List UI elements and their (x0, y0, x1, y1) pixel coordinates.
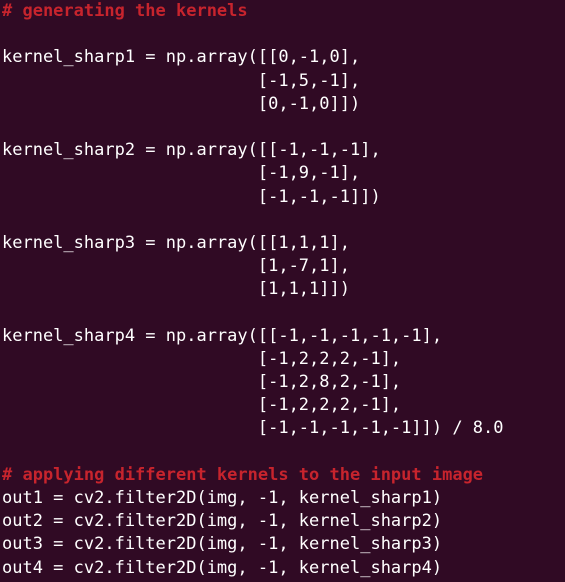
code-line: kernel_sharp2 = np.array([[-1,-1,-1], (2, 140, 381, 161)
code-line: [-1,2,2,2,-1], (2, 348, 402, 369)
code-line: [-1,-1,-1,-1,-1]]) / 8.0 (2, 418, 504, 439)
code-line: [1,1,1]]) (2, 279, 350, 300)
code-line: [1,-7,1], (2, 256, 350, 277)
code-line: kernel_sharp4 = np.array([[-1,-1,-1,-1,-… (2, 325, 443, 346)
code-line: out4 = cv2.filter2D(img, -1, kernel_shar… (2, 557, 443, 578)
code-line: [-1,2,2,2,-1], (2, 395, 402, 416)
code-line: [-1,2,8,2,-1], (2, 372, 402, 392)
code-line: [-1,9,-1], (2, 163, 361, 184)
code-line: [-1,5,-1], (2, 70, 361, 91)
comment-line: # applying different kernels to the inpu… (2, 464, 484, 485)
code-line: kernel_sharp3 = np.array([[1,1,1], (2, 232, 350, 253)
code-editor[interactable]: # generating the kernels kernel_sharp1 = … (0, 0, 565, 582)
comment-line: # generating the kernels (2, 1, 248, 21)
code-line: kernel_sharp1 = np.array([[0,-1,0], (2, 47, 361, 68)
code-line: [0,-1,0]]) (2, 93, 361, 114)
code-line: out2 = cv2.filter2D(img, -1, kernel_shar… (2, 511, 443, 532)
code-line: out3 = cv2.filter2D(img, -1, kernel_shar… (2, 534, 443, 555)
code-line: [-1,-1,-1]]) (2, 186, 381, 207)
code-line: out1 = cv2.filter2D(img, -1, kernel_shar… (2, 487, 443, 508)
